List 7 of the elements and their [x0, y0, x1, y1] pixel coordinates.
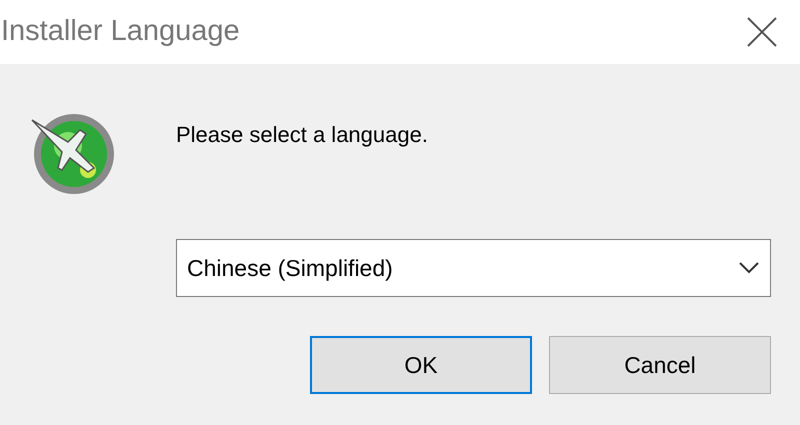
ok-button[interactable]: OK [310, 336, 532, 394]
prompt-text: Please select a language. [176, 121, 429, 149]
window-title: Installer Language [1, 14, 240, 50]
close-icon[interactable] [746, 16, 778, 48]
cancel-button[interactable]: Cancel [549, 336, 771, 394]
chevron-down-icon [738, 261, 760, 275]
language-dropdown[interactable]: Chinese (Simplified) [176, 239, 771, 297]
